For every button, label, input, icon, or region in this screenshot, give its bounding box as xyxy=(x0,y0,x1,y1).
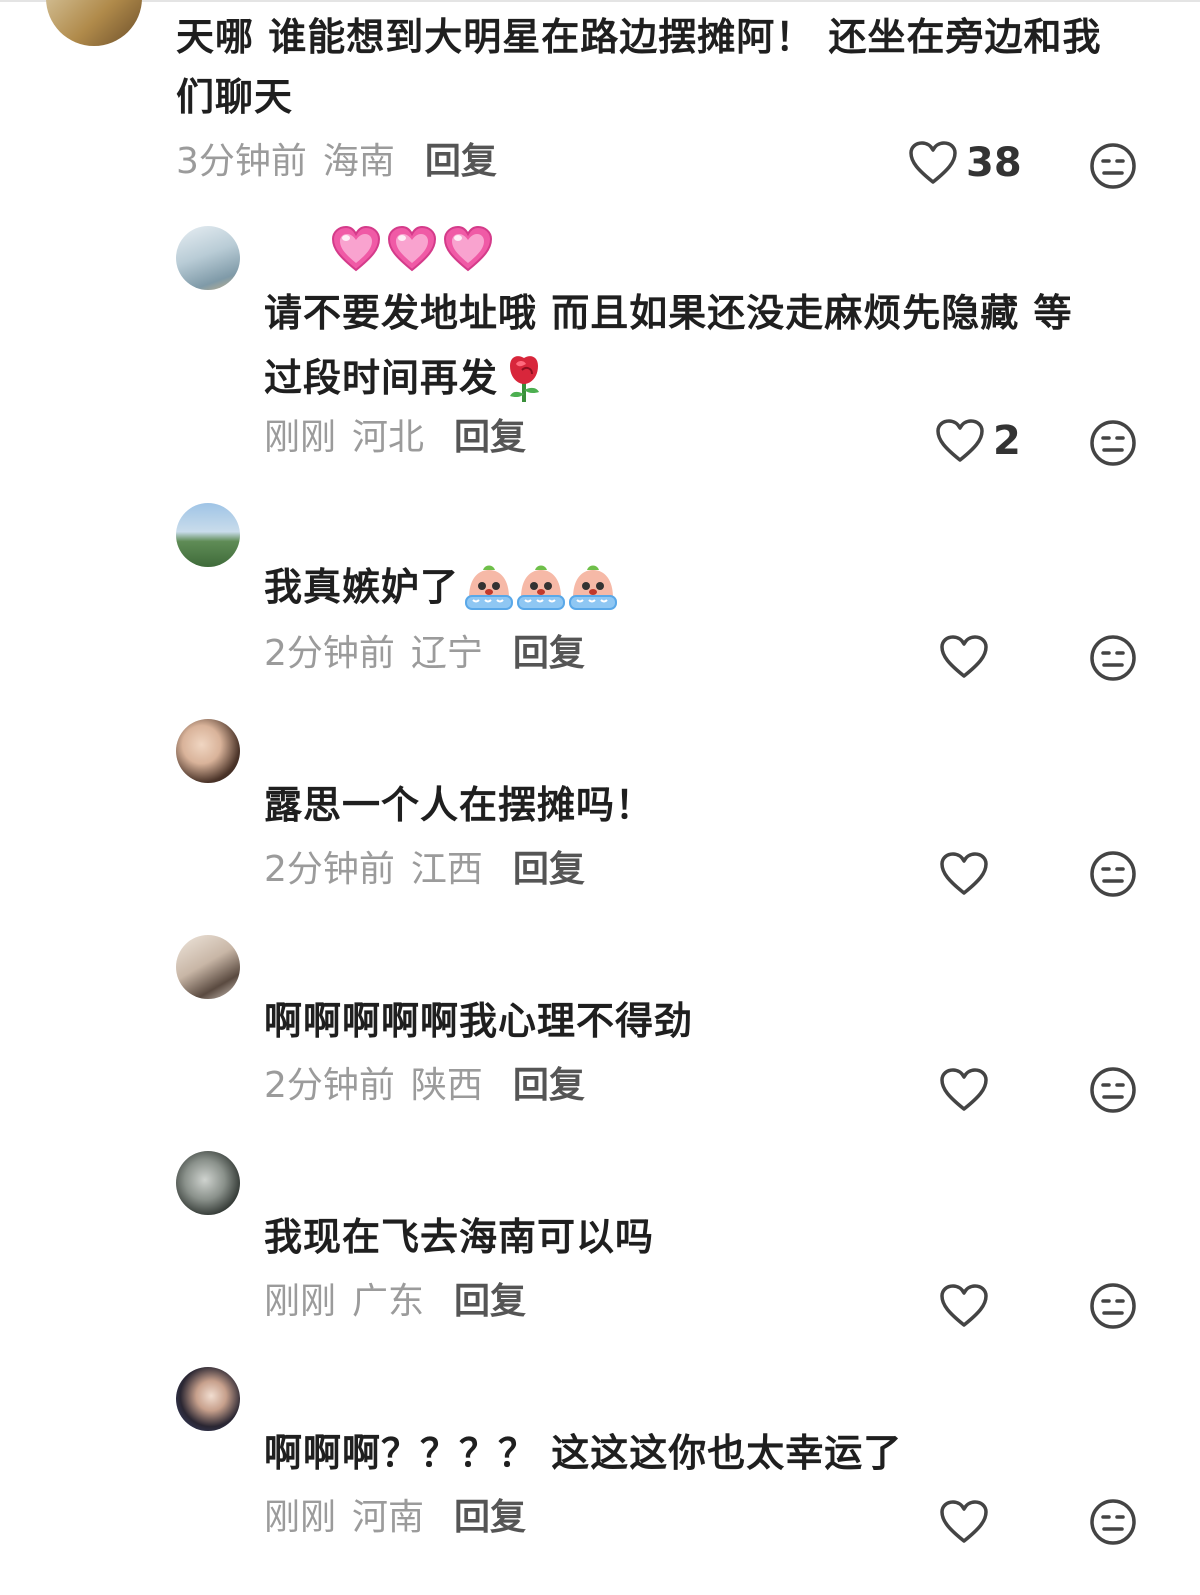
comment-meta: 2分钟前 陕西 回复 xyxy=(264,1068,585,1104)
reply-button[interactable]: 回复 xyxy=(513,849,585,890)
comment-text: 啊啊啊啊啊我心理不得劲 xyxy=(264,999,694,1043)
comment-time: 刚刚 xyxy=(264,1497,337,1538)
comment-meta: 刚刚 河北 回复 xyxy=(264,420,526,456)
dislike-face-icon[interactable] xyxy=(1088,1065,1138,1115)
like-heart-icon[interactable] xyxy=(939,1067,989,1113)
heart-emoji xyxy=(331,225,381,272)
avatar[interactable] xyxy=(176,503,240,567)
comment-location: 河南 xyxy=(352,1497,425,1538)
like-heart-icon[interactable] xyxy=(939,851,989,897)
avatar[interactable] xyxy=(46,0,142,46)
comment-text: 我现在飞去海南可以吗 xyxy=(264,1215,655,1259)
comment-time: 2分钟前 xyxy=(264,1065,395,1106)
like-button[interactable]: 2 xyxy=(935,418,1021,464)
dislike-face-icon[interactable] xyxy=(1088,418,1138,468)
comment-location: 江西 xyxy=(410,849,483,890)
like-heart-icon[interactable] xyxy=(939,634,989,680)
reply-button[interactable]: 回复 xyxy=(513,1065,585,1106)
comment-time: 3分钟前 xyxy=(176,141,307,182)
crying-emoji xyxy=(569,565,618,610)
comment-meta: 刚刚 广东 回复 xyxy=(264,1284,526,1320)
dislike-face-icon[interactable] xyxy=(1088,633,1138,683)
comment-meta: 2分钟前 江西 回复 xyxy=(264,852,585,888)
dislike-face-icon[interactable] xyxy=(1088,849,1138,899)
comment-text: 啊啊啊？？？？ 这这这你也太幸运了 xyxy=(264,1431,903,1475)
comment-text: 天哪 谁能想到大明星在路边摆摊阿！ 还坐在旁边和我 xyxy=(176,15,1102,59)
avatar[interactable] xyxy=(176,1151,240,1215)
comment-location: 广东 xyxy=(352,1281,425,1322)
rose-emoji xyxy=(510,356,540,402)
crying-emoji-row xyxy=(463,562,619,612)
heart-emoji-row xyxy=(330,224,494,274)
comment-location: 陕西 xyxy=(410,1065,483,1106)
comment-time: 2分钟前 xyxy=(264,849,395,890)
like-heart-icon[interactable] xyxy=(939,1283,989,1329)
comment-location: 海南 xyxy=(322,141,395,182)
dislike-face-icon[interactable] xyxy=(1088,141,1138,191)
avatar[interactable] xyxy=(176,226,240,290)
reply-button[interactable]: 回复 xyxy=(513,633,585,674)
like-button[interactable]: 38 xyxy=(908,140,1022,186)
comment-location: 辽宁 xyxy=(410,633,483,674)
comment-meta: 3分钟前 海南 回复 xyxy=(176,144,497,180)
comment-text-line: 过段时间再发 xyxy=(264,352,546,404)
top-divider xyxy=(0,0,1200,2)
heart-outline-icon xyxy=(936,419,984,462)
comment-time: 刚刚 xyxy=(264,1281,337,1322)
heart-emoji xyxy=(387,225,437,272)
comment-text: 请不要发地址哦 而且如果还没走麻烦先隐藏 等 xyxy=(264,291,1073,335)
reply-button[interactable]: 回复 xyxy=(454,417,526,458)
comment-time: 2分钟前 xyxy=(264,633,395,674)
comment-text: 露思一个人在摆摊吗！ xyxy=(264,783,655,827)
reply-button[interactable]: 回复 xyxy=(454,1497,526,1538)
avatar[interactable] xyxy=(176,935,240,999)
avatar[interactable] xyxy=(176,1367,240,1431)
dislike-face-icon[interactable] xyxy=(1088,1281,1138,1331)
reply-button[interactable]: 回复 xyxy=(454,1281,526,1322)
comment-meta: 刚刚 河南 回复 xyxy=(264,1500,526,1536)
heart-emoji xyxy=(443,225,493,272)
comment-location: 河北 xyxy=(352,417,425,458)
like-heart-icon[interactable] xyxy=(939,1499,989,1545)
comment-text: 们聊天 xyxy=(176,75,294,119)
avatar[interactable] xyxy=(176,719,240,783)
crying-emoji xyxy=(517,565,566,610)
comment-text: 过段时间再发 xyxy=(264,356,499,400)
dislike-face-icon[interactable] xyxy=(1088,1497,1138,1547)
comment-text-line: 我真嫉妒了 xyxy=(264,562,619,612)
like-count: 38 xyxy=(966,140,1022,186)
comment-meta: 2分钟前 辽宁 回复 xyxy=(264,636,585,672)
heart-outline-icon xyxy=(909,141,957,184)
like-count: 2 xyxy=(993,418,1021,464)
crying-emoji xyxy=(465,565,514,610)
comment-text: 我真嫉妒了 xyxy=(264,565,460,609)
reply-button[interactable]: 回复 xyxy=(425,141,497,182)
comment-time: 刚刚 xyxy=(264,417,337,458)
